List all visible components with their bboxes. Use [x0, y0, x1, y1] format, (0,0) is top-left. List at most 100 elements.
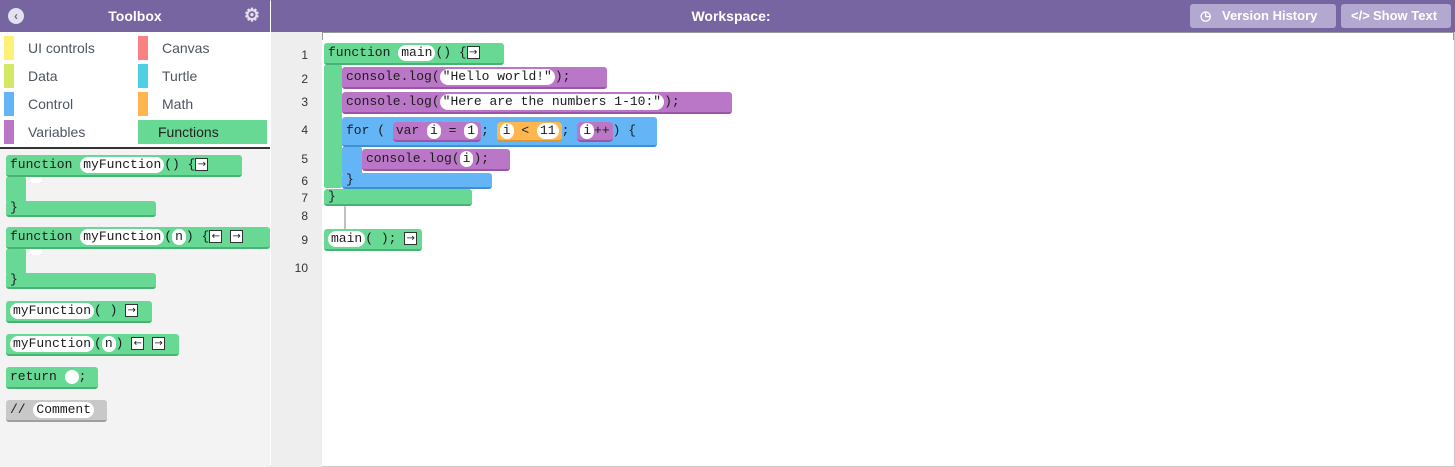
return-keyword: return: [10, 369, 57, 384]
for-loop-footer: }: [342, 173, 492, 189]
close-brace: }: [10, 272, 18, 287]
function-keyword: function: [10, 229, 73, 244]
category-swatch: [4, 120, 14, 144]
semicolon: ;: [78, 369, 87, 384]
category-swatch: [4, 92, 14, 116]
arrow-left-icon[interactable]: ←: [131, 337, 145, 351]
category-functions[interactable]: Functions: [138, 120, 267, 144]
arrow-right-icon[interactable]: →: [195, 158, 209, 172]
call-main-block[interactable]: main( ); →: [324, 229, 422, 251]
number-field[interactable]: 11: [536, 123, 559, 139]
function-name-field[interactable]: main: [328, 231, 366, 247]
variable-field[interactable]: i: [499, 123, 514, 139]
version-history-button[interactable]: ◷ Version History: [1190, 4, 1336, 28]
call-function-with-param-block[interactable]: myFunction(n) ← →: [6, 334, 179, 356]
function-parens: (): [435, 45, 452, 60]
show-text-label: Show Text: [1373, 8, 1438, 23]
arrow-right-icon[interactable]: →: [466, 46, 480, 60]
number-field[interactable]: 1: [464, 123, 479, 139]
line-number: 1: [301, 48, 308, 62]
function-footer: }: [324, 189, 472, 206]
variable-field[interactable]: i: [580, 123, 595, 139]
close-paren-semicolon: );: [554, 69, 571, 84]
workspace-canvas-border: [322, 32, 1454, 40]
close-paren: ): [115, 336, 124, 351]
function-keyword: function: [10, 157, 73, 172]
toolbox-categories: UI controls Canvas Data Turtle Control M…: [0, 32, 270, 147]
line-number: 5: [301, 152, 308, 166]
function-name-field[interactable]: main: [398, 45, 436, 61]
less-than-sign: <: [521, 123, 530, 138]
function-footer: }: [6, 273, 156, 289]
arrow-right-icon[interactable]: →: [230, 230, 244, 244]
open-brace: {: [201, 229, 210, 244]
line-number-gutter: 1 2 3 4 5 6 7 8 9 10: [271, 32, 322, 467]
workspace-header: Workspace: ◷ Version History </> Show Text: [271, 0, 1455, 32]
line-number: 8: [301, 209, 308, 223]
function-name-field[interactable]: myFunction: [80, 157, 165, 173]
category-canvas[interactable]: Canvas: [138, 36, 266, 60]
string-literal[interactable]: "Here are the numbers 1-10:": [439, 94, 665, 110]
variable-field[interactable]: i: [459, 151, 474, 167]
category-math[interactable]: Math: [138, 92, 266, 116]
category-data[interactable]: Data: [4, 64, 124, 88]
comment-text-field[interactable]: Comment: [33, 402, 95, 418]
for-loop-header: for ( var i = 1; i < 11; i ++) {: [342, 117, 657, 147]
function-name-field[interactable]: myFunction: [10, 303, 95, 319]
show-text-button[interactable]: </> Show Text: [1341, 4, 1451, 28]
arrow-left-icon[interactable]: ←: [209, 230, 223, 244]
function-name-field[interactable]: myFunction: [80, 229, 165, 245]
console-log-keyword: console.log: [346, 69, 432, 84]
equals-sign: =: [448, 123, 457, 138]
category-label: Canvas: [162, 40, 210, 56]
line-number: 7: [301, 191, 308, 205]
category-label: Variables: [28, 124, 86, 140]
call-parens: ( ): [94, 303, 118, 318]
comment-block[interactable]: // Comment: [6, 400, 107, 422]
arrow-right-icon[interactable]: →: [404, 232, 418, 246]
gear-icon[interactable]: ⚙: [243, 6, 261, 24]
close-paren-semicolon: );: [664, 94, 680, 109]
line-number: 2: [301, 72, 308, 86]
console-log-block[interactable]: console.log("Here are the numbers 1-10:"…: [342, 92, 732, 114]
for-loop-spine: [342, 147, 362, 175]
toolbox-title: Toolbox: [108, 8, 162, 24]
code-icon: </>: [1351, 8, 1370, 23]
category-swatch: [138, 36, 148, 60]
comparison-expression[interactable]: i < 11: [496, 122, 562, 142]
category-variables[interactable]: Variables: [4, 120, 124, 144]
function-footer: }: [6, 201, 156, 217]
arrow-right-icon[interactable]: →: [152, 337, 166, 351]
statement-notch: [30, 249, 42, 255]
variable-field[interactable]: i: [427, 123, 441, 139]
return-block[interactable]: return ;: [6, 367, 98, 389]
line-number: 10: [294, 261, 308, 275]
string-literal[interactable]: "Hello world!": [439, 69, 555, 85]
category-swatch: [4, 36, 14, 60]
function-header: function myFunction(n) {← →: [6, 227, 270, 249]
call-function-block[interactable]: myFunction( ) →: [6, 301, 152, 323]
console-log-keyword: console.log(: [366, 151, 460, 166]
return-value-slot[interactable]: [64, 369, 79, 384]
var-keyword: var: [395, 123, 420, 138]
category-label: Control: [28, 96, 74, 112]
category-label: Data: [28, 68, 58, 84]
category-turtle[interactable]: Turtle: [138, 64, 266, 88]
category-control[interactable]: Control: [4, 92, 124, 116]
var-declaration[interactable]: var i = 1: [392, 122, 482, 142]
function-name-field[interactable]: myFunction: [10, 336, 95, 352]
increment-operator: ++: [594, 123, 610, 138]
function-header: function main() {→: [324, 43, 504, 65]
category-ui-controls[interactable]: UI controls: [4, 36, 124, 60]
param-field[interactable]: n: [101, 336, 116, 352]
line-number: 9: [301, 233, 308, 247]
param-field[interactable]: n: [172, 229, 186, 245]
increment-expression[interactable]: i ++: [577, 122, 613, 142]
comment-prefix: //: [10, 402, 26, 417]
console-log-block[interactable]: console.log(i);: [362, 149, 510, 171]
console-log-block[interactable]: console.log("Hello world!");: [342, 67, 607, 89]
open-brace: {: [187, 157, 196, 172]
close-paren: ): [185, 229, 194, 244]
arrow-right-icon[interactable]: →: [125, 304, 139, 318]
console-log-keyword: console.log: [346, 94, 432, 109]
